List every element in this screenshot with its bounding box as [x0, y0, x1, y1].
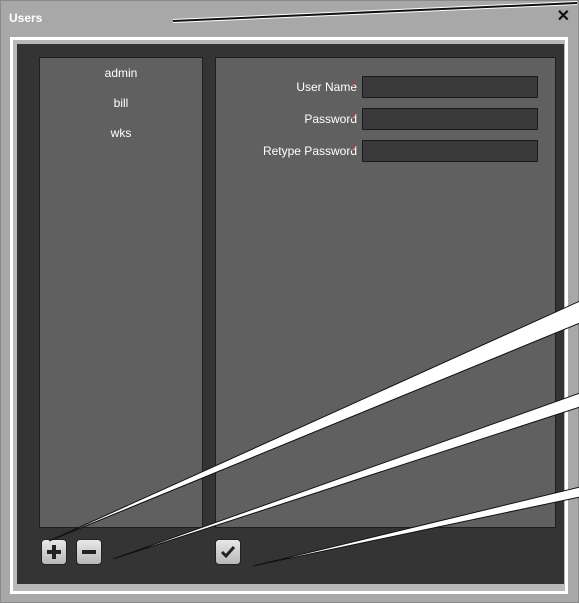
- checkmark-icon: [220, 546, 236, 559]
- user-list-item-bill[interactable]: bill: [40, 88, 202, 118]
- remove-user-button[interactable]: [76, 539, 102, 565]
- plus-icon: [47, 545, 61, 559]
- user-list-item-wks[interactable]: wks: [40, 118, 202, 148]
- retype-password-row: Retype Password *: [216, 138, 555, 164]
- window-title: Users: [9, 11, 43, 25]
- title-bar: Users ✕: [1, 1, 578, 37]
- required-mark: *: [350, 144, 355, 158]
- user-name-input[interactable]: [362, 76, 538, 98]
- apply-button[interactable]: [215, 539, 241, 565]
- user-list-item-admin[interactable]: admin: [40, 58, 202, 88]
- required-mark: *: [350, 112, 355, 126]
- users-dialog: Users ✕ admin bill wks User Name * Passw…: [0, 0, 579, 603]
- retype-password-label: Retype Password: [262, 144, 357, 158]
- minus-icon: [82, 550, 96, 554]
- password-row: Password *: [216, 106, 555, 132]
- close-icon[interactable]: ✕: [557, 6, 570, 26]
- required-mark: *: [350, 80, 355, 94]
- password-input[interactable]: [362, 108, 538, 130]
- retype-password-input[interactable]: [362, 140, 538, 162]
- user-list[interactable]: admin bill wks: [39, 57, 203, 528]
- add-user-button[interactable]: [41, 539, 67, 565]
- user-name-label: User Name: [296, 80, 357, 94]
- user-name-row: User Name *: [216, 74, 555, 100]
- user-form: User Name * Password * Retype Password *: [215, 57, 556, 528]
